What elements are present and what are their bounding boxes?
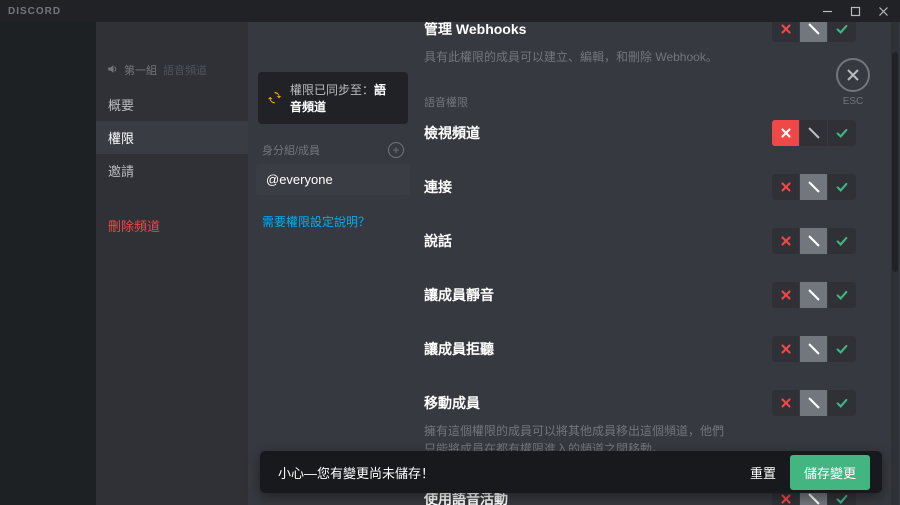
perm-allow-button[interactable] (828, 120, 856, 146)
permission-title: 說話 (424, 231, 452, 251)
permission-title: 讓成員靜音 (424, 285, 494, 305)
permissions-panel: ESC 管理 Webhooks具有此權限的成員可以建立、編輯，和刪除 Webho… (418, 22, 900, 505)
reset-button[interactable]: 重置 (750, 463, 776, 482)
sidebar-item-2[interactable]: 邀請 (96, 154, 248, 187)
volume-icon (106, 63, 118, 78)
save-button[interactable]: 儲存變更 (790, 455, 870, 490)
permission-title: 檢視頻道 (424, 123, 480, 143)
scrollbar[interactable] (891, 22, 899, 505)
perm-neut-button[interactable] (800, 282, 828, 308)
unsaved-changes-banner: 小心—您有變更尚未儲存！ 重置 儲存變更 (260, 451, 882, 493)
permission-row: 讓成員拒聽 (424, 336, 856, 362)
add-role-button[interactable]: + (388, 142, 404, 158)
perm-neut-button[interactable] (800, 390, 828, 416)
perm-allow-button[interactable] (828, 390, 856, 416)
sidebar-item-0[interactable]: 概要 (96, 88, 248, 121)
permission-row: 移動成員擁有這個權限的成員可以將其他成員移出這個頻道，他們只能將成員在都有權限進… (424, 390, 856, 458)
sidebar-header-category: 語音頻道 (163, 62, 207, 78)
perm-deny-button[interactable] (772, 174, 800, 200)
permission-title: 連接 (424, 177, 452, 197)
permission-title: 讓成員拒聽 (424, 339, 494, 359)
permission-row: 說話 (424, 228, 856, 254)
perm-allow-button[interactable] (828, 282, 856, 308)
permission-row: 讓成員靜音 (424, 282, 856, 308)
permission-description: 具有此權限的成員可以建立、編輯，和刪除 Webhook。 (424, 48, 734, 66)
perm-deny-button[interactable] (772, 22, 800, 42)
permissions-synced-banner: 權限已同步至：語音頻道 (258, 72, 408, 124)
sidebar-header-name: 第一組 (124, 62, 157, 78)
unsaved-message: 小心—您有變更尚未儲存！ (278, 463, 750, 482)
permission-title: 移動成員 (424, 393, 480, 413)
perm-allow-button[interactable] (828, 336, 856, 362)
window-maximize-icon[interactable] (842, 2, 868, 20)
roles-column: 權限已同步至：語音頻道 身分組/成員 + @everyone 需要權限設定說明？ (248, 22, 418, 505)
app-logo: DISCORD (8, 6, 61, 17)
perm-neut-button[interactable] (800, 336, 828, 362)
perm-deny-button[interactable] (772, 390, 800, 416)
perm-neut-button[interactable] (800, 174, 828, 200)
settings-sidebar: 第一組 語音頻道 概要權限邀請 刪除頻道 (96, 22, 248, 505)
window-minimize-icon[interactable] (814, 2, 840, 20)
sidebar-channel-header: 第一組 語音頻道 (96, 58, 248, 88)
perm-neut-button[interactable] (800, 228, 828, 254)
perm-neut-button[interactable] (800, 120, 828, 146)
sidebar-item-1[interactable]: 權限 (96, 121, 248, 154)
permission-row: 連接 (424, 174, 856, 200)
permission-title: 管理 Webhooks (424, 22, 526, 39)
voice-section-label: 語音權限 (424, 94, 856, 110)
delete-channel-button[interactable]: 刪除頻道 (96, 209, 248, 242)
permission-row: 檢視頻道 (424, 120, 856, 146)
perm-deny-button[interactable] (772, 282, 800, 308)
perm-neut-button[interactable] (800, 22, 828, 42)
perm-allow-button[interactable] (828, 22, 856, 42)
roles-header-label: 身分組/成員 (262, 142, 320, 158)
window-close-icon[interactable] (870, 2, 896, 20)
perm-deny-button[interactable] (772, 228, 800, 254)
sync-icon (268, 91, 282, 105)
role-everyone[interactable]: @everyone (256, 164, 410, 195)
permission-help-link[interactable]: 需要權限設定說明？ (248, 195, 418, 230)
perm-deny-button[interactable] (772, 336, 800, 362)
perm-allow-button[interactable] (828, 228, 856, 254)
perm-allow-button[interactable] (828, 174, 856, 200)
scrollbar-thumb[interactable] (892, 52, 898, 272)
perm-deny-button[interactable] (772, 120, 800, 146)
left-gutter (0, 22, 96, 505)
permission-row: 管理 Webhooks 具有此權限的成員可以建立、編輯，和刪除 Webhook。 (424, 22, 856, 66)
